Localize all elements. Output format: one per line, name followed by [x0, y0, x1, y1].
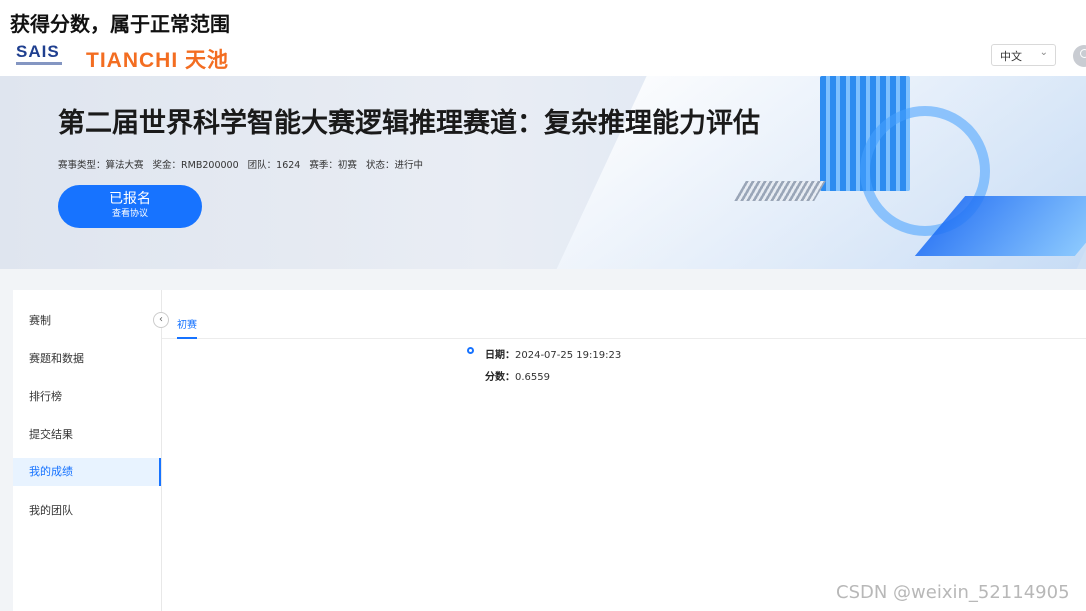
stage-tabs: 初赛	[162, 308, 1086, 339]
user-avatar-icon[interactable]	[1073, 45, 1086, 67]
chevron-down-icon: ⌄	[1039, 47, 1048, 58]
competition-meta: 赛事类型：算法大赛 奖金：RMB200000 团队：1624 赛季：初赛 状态：…	[58, 157, 429, 171]
registered-button[interactable]: 已报名 查看协议	[58, 185, 202, 228]
sidebar-nav: 赛制 赛题和数据 排行榜 提交结果 我的成绩 我的团队	[13, 290, 162, 611]
sidebar-item-format[interactable]: 赛制	[13, 307, 161, 335]
sidebar-item-my-scores[interactable]: 我的成绩	[13, 458, 161, 486]
sidebar-item-submit[interactable]: 提交结果	[13, 421, 161, 449]
score-label: 分数：	[485, 372, 515, 383]
timeline-dot-icon	[467, 347, 474, 354]
meta-status: 状态：进行中	[365, 160, 423, 171]
language-value: 中文	[1000, 50, 1022, 63]
meta-teams: 团队：1624	[247, 160, 301, 171]
view-agreement-link[interactable]: 查看协议	[58, 207, 202, 221]
sidebar-item-problem-data[interactable]: 赛题和数据	[13, 345, 161, 373]
csdn-watermark: CSDN @weixin_52114905	[836, 582, 1070, 603]
sidebar-item-my-team[interactable]: 我的团队	[13, 497, 161, 525]
meta-prize: 奖金：RMB200000	[152, 160, 239, 171]
date-label: 日期：	[485, 350, 515, 361]
tianchi-logo[interactable]: TIANCHI 天池	[86, 44, 229, 74]
meta-season: 赛季：初赛	[309, 160, 357, 171]
record-date: 日期：2024-07-25 19:19:23	[485, 346, 621, 361]
competition-title: 第二届世界科学智能大赛逻辑推理赛道：复杂推理能力评估	[58, 108, 760, 139]
screenshot-caption: 获得分数，属于正常范围	[10, 12, 230, 36]
date-value: 2024-07-25 19:19:23	[515, 350, 622, 361]
sais-logo[interactable]: SAIS	[16, 42, 64, 66]
record-score: 分数：0.6559	[485, 368, 550, 383]
sidebar-item-leaderboard[interactable]: 排行榜	[13, 383, 161, 411]
sais-logo-text: SAIS	[16, 42, 60, 61]
registered-label: 已报名	[109, 191, 151, 207]
language-select[interactable]: 中文 ⌄	[991, 44, 1056, 66]
tab-preliminary[interactable]: 初赛	[177, 316, 197, 339]
score-value: 0.6559	[515, 372, 550, 383]
meta-type: 赛事类型：算法大赛	[58, 160, 144, 171]
